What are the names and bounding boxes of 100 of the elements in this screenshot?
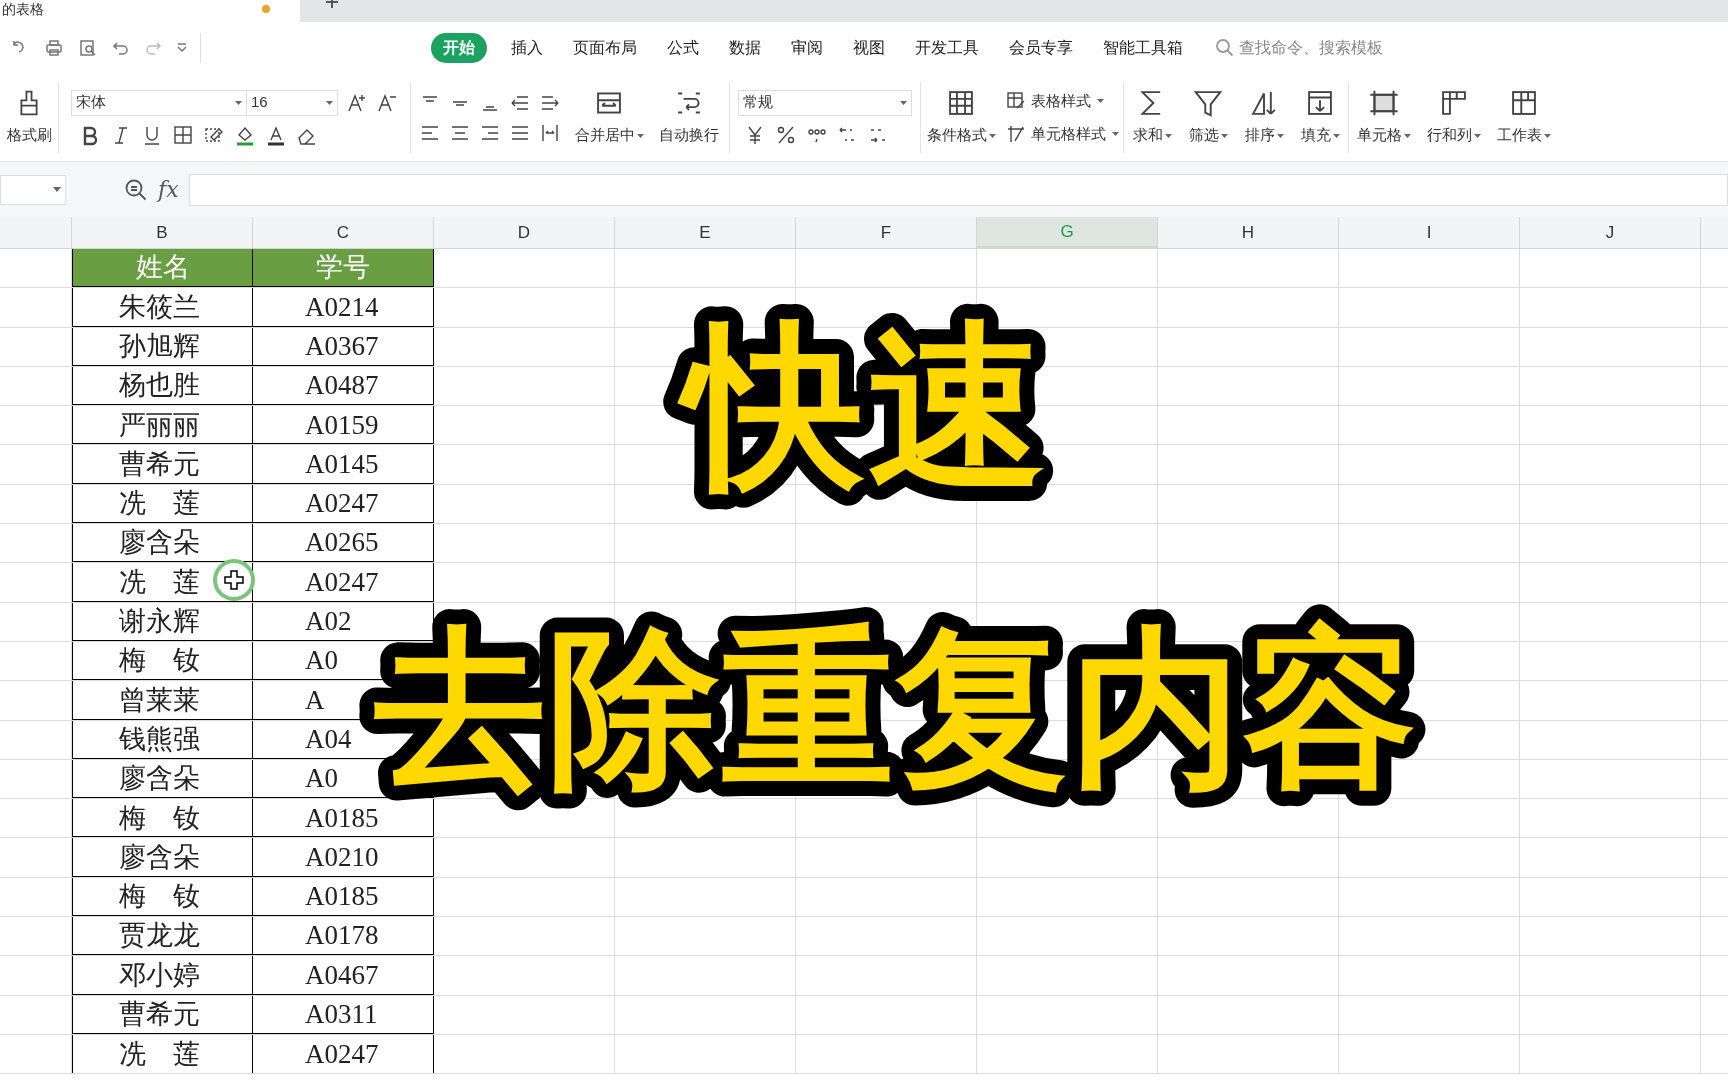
sum-button[interactable]: 求和 bbox=[1124, 74, 1180, 161]
table-cell: A0214 bbox=[253, 288, 434, 327]
formula-input[interactable] bbox=[188, 173, 1728, 206]
table-cell: 冼 莲 bbox=[72, 484, 253, 524]
document-tab[interactable]: 的表格 bbox=[0, 0, 300, 22]
menu-tab[interactable]: 开发工具 bbox=[909, 33, 985, 63]
worksheet-button[interactable]: 工作表 bbox=[1489, 74, 1559, 161]
table-cell: A0487 bbox=[253, 366, 434, 406]
table-style-button[interactable]: 表格样式 bbox=[1005, 90, 1119, 113]
function-label[interactable]: fx bbox=[158, 173, 179, 206]
caret-icon bbox=[900, 100, 907, 105]
table-cell: 曾莱莱 bbox=[72, 681, 253, 720]
table-cell: A0210 bbox=[253, 838, 434, 877]
caret-icon bbox=[1332, 133, 1340, 138]
search-field[interactable]: 查找命令、搜索模板 bbox=[1215, 36, 1383, 60]
table-cell: A0185 bbox=[253, 799, 434, 838]
cell-style-button[interactable]: 单元格样式 bbox=[1005, 122, 1119, 145]
table-cell: 贾龙龙 bbox=[72, 917, 253, 956]
menu-tab[interactable]: 插入 bbox=[505, 33, 549, 63]
font-size-select[interactable]: 16 bbox=[246, 89, 338, 116]
caret-icon bbox=[53, 187, 61, 192]
caret-icon bbox=[1112, 131, 1119, 136]
zoom-icon[interactable] bbox=[124, 177, 148, 202]
print-icon[interactable] bbox=[44, 38, 64, 58]
borders-icon[interactable] bbox=[172, 123, 194, 146]
table-cell: 曹希元 bbox=[72, 445, 253, 484]
table-cell: A0367 bbox=[253, 327, 434, 366]
table-cell: 严丽丽 bbox=[72, 406, 253, 445]
format-painter-button[interactable]: 格式刷 bbox=[0, 74, 58, 161]
wrap-text-button[interactable]: 自动换行 bbox=[649, 74, 729, 161]
table-cell: 邓小婷 bbox=[72, 956, 253, 995]
column-header[interactable]: B bbox=[72, 217, 253, 248]
overlay-title: 快速 bbox=[660, 292, 1067, 524]
caret-icon bbox=[636, 133, 644, 138]
menu-tab[interactable]: 审阅 bbox=[785, 33, 829, 63]
table-cell: 廖含朵 bbox=[72, 838, 253, 877]
menu-tab[interactable]: 视图 bbox=[847, 33, 891, 63]
header-cell: 学号 bbox=[253, 249, 434, 288]
column-header[interactable]: C bbox=[253, 217, 434, 248]
table-cell: 梅 钕 bbox=[72, 877, 253, 917]
caret-icon bbox=[1276, 133, 1284, 138]
table-cell: 钱熊强 bbox=[72, 720, 253, 759]
search-icon bbox=[1215, 38, 1235, 58]
table-cell: 谢永辉 bbox=[72, 602, 253, 641]
table-cell: 孙旭辉 bbox=[72, 327, 253, 366]
undo-icon[interactable] bbox=[112, 39, 130, 57]
table-cell: A02 bbox=[253, 602, 434, 641]
caret-icon bbox=[1404, 133, 1411, 138]
add-tab-icon[interactable] bbox=[324, 0, 340, 10]
filter-button[interactable]: 筛选 bbox=[1180, 74, 1236, 161]
caret-icon bbox=[1220, 133, 1228, 138]
rows-columns-button[interactable]: 行和列 bbox=[1419, 74, 1489, 161]
merge-center-button[interactable]: 合并居中 bbox=[569, 74, 649, 161]
number-format-select[interactable]: 常规 bbox=[738, 89, 912, 116]
caret-icon bbox=[1097, 99, 1104, 104]
table-cell: 廖含朵 bbox=[72, 759, 253, 799]
cell-button[interactable]: 单元格 bbox=[1349, 74, 1419, 161]
header-cell: 姓名 bbox=[72, 249, 253, 288]
menu-tab[interactable]: 公式 bbox=[661, 33, 705, 63]
table-cell: A0467 bbox=[253, 956, 434, 995]
conditional-format-button[interactable]: 条件格式 bbox=[921, 74, 1001, 161]
print-preview-icon[interactable] bbox=[78, 38, 98, 58]
table-cell: 梅 钕 bbox=[72, 641, 253, 681]
document-title: 的表格 bbox=[2, 0, 44, 18]
table-cell: A0185 bbox=[253, 877, 434, 917]
table-cell: 冼 莲 bbox=[72, 563, 253, 602]
menu-tab[interactable]: 数据 bbox=[723, 33, 767, 63]
column-header[interactable]: E bbox=[615, 217, 796, 248]
menu-tab[interactable]: 智能工具箱 bbox=[1097, 33, 1189, 63]
table-cell: A0311 bbox=[253, 995, 434, 1034]
font-select[interactable]: 宋体 bbox=[71, 89, 247, 116]
table-cell: 廖含朵 bbox=[72, 524, 253, 563]
menu-tab[interactable]: 会员专享 bbox=[1003, 33, 1079, 63]
column-header[interactable]: I bbox=[1339, 217, 1520, 248]
table-cell: 杨也胜 bbox=[72, 366, 253, 406]
table-cell: A0145 bbox=[253, 445, 434, 484]
table-cell: 冼 莲 bbox=[72, 1034, 253, 1074]
dropdown-icon[interactable] bbox=[176, 42, 188, 54]
column-header[interactable]: H bbox=[1158, 217, 1339, 248]
table-cell: 梅 钕 bbox=[72, 799, 253, 838]
table-cell: A0159 bbox=[253, 406, 434, 445]
cursor-highlight-icon bbox=[212, 558, 256, 602]
menu-tab[interactable]: 页面布局 bbox=[567, 33, 643, 63]
caret-icon bbox=[326, 100, 333, 105]
caret-icon bbox=[988, 133, 996, 138]
caret-icon bbox=[235, 100, 242, 105]
column-header[interactable]: D bbox=[434, 217, 615, 248]
sort-button[interactable]: 排序 bbox=[1236, 74, 1292, 161]
table-cell: 曹希元 bbox=[72, 995, 253, 1034]
table-cell: A0178 bbox=[253, 917, 434, 956]
table-cell: A0247 bbox=[253, 563, 434, 602]
table-cell: A0247 bbox=[253, 484, 434, 524]
table-cell: A0265 bbox=[253, 524, 434, 563]
caret-icon bbox=[1544, 133, 1551, 138]
caret-icon bbox=[1164, 133, 1172, 138]
table-cell: 朱筱兰 bbox=[72, 288, 253, 327]
fill-button[interactable]: 填充 bbox=[1292, 74, 1348, 161]
caret-icon bbox=[1474, 133, 1481, 138]
filter-icon bbox=[1193, 88, 1223, 119]
column-header[interactable]: J bbox=[1520, 217, 1701, 248]
